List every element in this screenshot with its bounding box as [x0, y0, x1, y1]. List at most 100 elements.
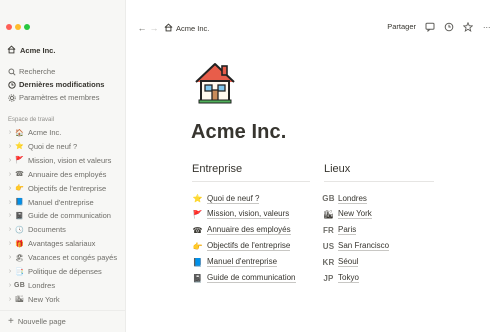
house-icon: 🏠: [15, 129, 24, 137]
chevron-right-icon[interactable]: ›: [6, 199, 14, 206]
page-house-icon: [192, 60, 238, 106]
page-link-label: Londres: [338, 193, 367, 204]
forward-arrow-icon[interactable]: →: [148, 23, 160, 33]
topbar: ← → Acme Inc. Partager ···: [126, 18, 500, 38]
page-link-label: Mission, vision, valeurs: [207, 209, 290, 220]
search-icon: [6, 67, 17, 76]
sidebar-search-label: Recherche: [19, 67, 56, 76]
page-link[interactable]: GB Londres: [322, 191, 367, 206]
page-link-label: Guide de communication: [207, 273, 296, 283]
house-icon: [164, 22, 173, 34]
page-link[interactable]: US San Francisco: [322, 239, 390, 254]
sidebar-item[interactable]: › 🚩 Mission, vision et valeurs: [0, 154, 126, 167]
gift-icon: 🎁: [15, 240, 24, 248]
page-link[interactable]: 👉 Objectifs de l'entreprise: [192, 239, 291, 254]
sidebar-item-label: Annuaire des employés: [28, 169, 107, 179]
page-link-label: Annuaire des employés: [207, 225, 291, 236]
chevron-right-icon[interactable]: ›: [6, 212, 14, 219]
new-page-button[interactable]: + Nouvelle page: [0, 310, 126, 332]
history-icon[interactable]: [443, 21, 454, 32]
city-icon: 🏙: [15, 296, 24, 304]
page-link[interactable]: 🏙 New York: [323, 207, 372, 222]
sidebar-item[interactable]: › GB Londres: [0, 279, 126, 292]
sidebar-settings[interactable]: Paramètres et membres: [0, 91, 126, 104]
sidebar-item[interactable]: › 🏖 Vacances et congés payés: [0, 251, 126, 264]
sidebar-item[interactable]: › 📑 Politique de dépenses: [0, 265, 126, 278]
gear-icon: [6, 93, 17, 102]
page-link[interactable]: 🚩 Mission, vision, valeurs: [192, 207, 290, 222]
gb-flag-icon: GB: [14, 281, 25, 289]
sidebar-item-label: Guide de communication: [28, 211, 111, 221]
chevron-right-icon[interactable]: ›: [6, 282, 14, 289]
page-title: Acme Inc.: [191, 121, 287, 143]
zoom-window-button[interactable]: [24, 24, 30, 30]
notebook-icon: 📓: [192, 273, 203, 283]
sidebar-item[interactable]: › ⭐ Quoi de neuf ?: [0, 140, 126, 153]
chevron-right-icon[interactable]: ›: [6, 254, 14, 261]
sidebar-recent-changes[interactable]: Dernières modifications: [0, 78, 126, 91]
sidebar-item-label: Mission, vision et valeurs: [28, 155, 112, 165]
blue-book-icon: 📘: [192, 257, 203, 267]
chevron-right-icon[interactable]: ›: [6, 185, 14, 192]
sidebar-item[interactable]: › ☎ Annuaire des employés: [0, 168, 126, 181]
page-link[interactable]: ⭐ Quoi de neuf ?: [192, 191, 260, 206]
sidebar-recent-changes-label: Dernières modifications: [19, 80, 105, 89]
minimize-window-button[interactable]: [15, 24, 21, 30]
page-link[interactable]: JP Tokyo: [323, 271, 359, 286]
workspace-switcher[interactable]: Acme Inc.: [7, 45, 55, 56]
chevron-right-icon[interactable]: ›: [6, 226, 14, 233]
sidebar-item[interactable]: › 🏠 Acme Inc.: [0, 126, 126, 139]
house-icon: [7, 45, 16, 56]
hand-icon: 👉: [15, 185, 24, 193]
clock-icon: 🕓: [15, 226, 24, 234]
sidebar-item[interactable]: › 🕓 Documents: [0, 223, 126, 236]
chevron-right-icon[interactable]: ›: [6, 268, 14, 275]
chevron-right-icon[interactable]: ›: [6, 240, 14, 247]
close-window-button[interactable]: [6, 24, 12, 30]
star-icon[interactable]: [462, 21, 473, 32]
telephone-icon: ☎: [15, 171, 24, 179]
beach-icon: 🏖: [15, 254, 24, 262]
workspace-section-label: Espace de travail: [8, 117, 55, 123]
hand-icon: 👉: [192, 241, 203, 251]
chevron-right-icon[interactable]: ›: [6, 157, 14, 164]
us-flag-icon: US: [322, 241, 335, 251]
chevron-right-icon[interactable]: ›: [6, 296, 14, 303]
star-icon: ⭐: [15, 143, 24, 151]
column-divider: [324, 181, 434, 182]
page-link-label: Tokyo: [338, 273, 359, 283]
comment-icon[interactable]: [424, 21, 435, 32]
sidebar-item-label: New York: [28, 294, 60, 304]
new-page-label: Nouvelle page: [17, 317, 66, 326]
more-options-icon[interactable]: ···: [481, 21, 492, 32]
sidebar-item-label: Politique de dépenses: [28, 267, 102, 276]
chevron-right-icon[interactable]: ›: [6, 171, 14, 178]
sidebar-item[interactable]: › 📘 Manuel d'entreprise: [0, 196, 126, 209]
breadcrumb[interactable]: Acme Inc.: [164, 22, 210, 34]
sidebar-item[interactable]: › 👉 Objectifs de l'entreprise: [0, 182, 126, 195]
kr-flag-icon: KR: [322, 257, 335, 267]
chevron-right-icon[interactable]: ›: [6, 143, 14, 150]
sidebar-item-label: Quoi de neuf ?: [28, 141, 78, 151]
flag-icon: 🚩: [192, 209, 203, 219]
page-link[interactable]: 📓 Guide de communication: [192, 271, 296, 286]
pages-icon: 📑: [15, 268, 24, 276]
sidebar-item[interactable]: › 🎁 Avantages salariaux: [0, 237, 126, 250]
topbar-actions: Partager ···: [387, 21, 492, 32]
breadcrumb-label: Acme Inc.: [176, 23, 210, 33]
sidebar-item[interactable]: › 📓 Guide de communication: [0, 209, 126, 222]
page-link[interactable]: 📘 Manuel d'entreprise: [192, 255, 278, 270]
column-heading-entreprise: Entreprise: [192, 163, 243, 175]
chevron-right-icon[interactable]: ›: [6, 129, 14, 136]
share-button[interactable]: Partager: [387, 22, 416, 31]
back-arrow-icon[interactable]: ←: [136, 23, 148, 33]
page-link[interactable]: ☎ Annuaire des employés: [192, 223, 291, 238]
sidebar-item-label: Londres: [28, 280, 56, 290]
sidebar-item-label: Acme Inc.: [28, 128, 62, 137]
sidebar-item[interactable]: › 🏙 New York: [0, 293, 126, 306]
page-link[interactable]: KR Séoul: [322, 255, 359, 270]
page-link[interactable]: FR Paris: [323, 223, 357, 238]
city-icon: 🏙: [323, 209, 334, 219]
sidebar-search[interactable]: Recherche: [0, 65, 126, 78]
page-link-label: New York: [338, 209, 372, 220]
